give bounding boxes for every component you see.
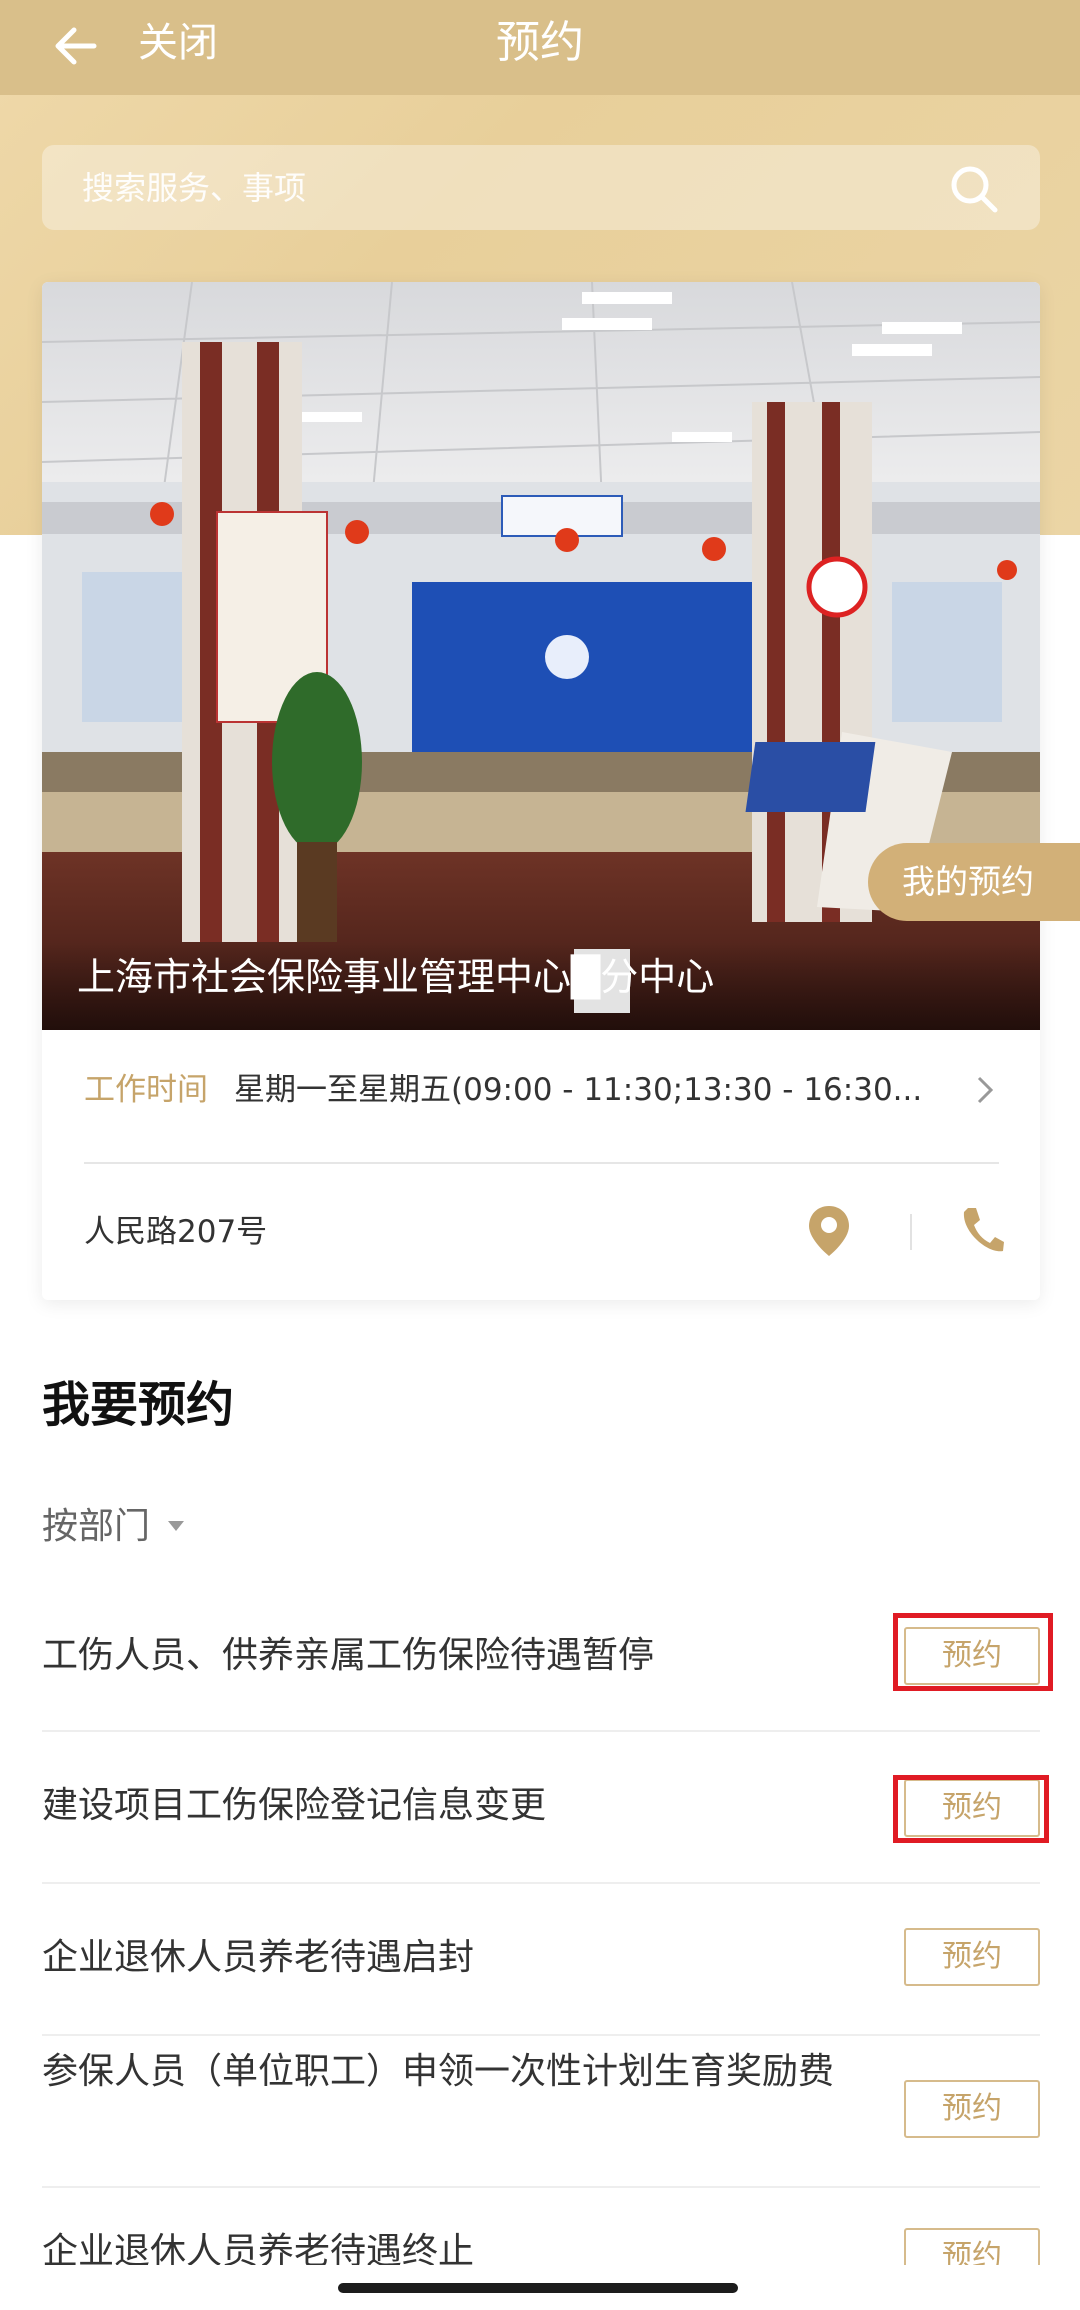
list-item: 企业退休人员养老待遇启封 预约 [42, 1884, 1040, 2036]
list-item: 参保人员（单位职工）申领一次性计划生育奖励费 预约 [42, 2036, 1040, 2188]
address: 人民路207号 [84, 1214, 268, 1250]
center-name: 上海市社会保险事业管理中心█分中心 [77, 955, 715, 999]
book-button[interactable]: 预约 [904, 1928, 1040, 1986]
search-icon[interactable] [948, 163, 1000, 215]
list-item: 建设项目工伤保险登记信息变更 预约 [42, 1732, 1040, 1884]
list-item: 工伤人员、供养亲属工伤保险待遇暂停 预约 [42, 1580, 1040, 1732]
highlight-box [893, 1775, 1049, 1843]
working-hours-label: 工作时间 [84, 1072, 208, 1108]
working-hours-value: 星期一至星期五(09:00 - 11:30;13:30 - 16:30... [234, 1072, 923, 1108]
book-button[interactable]: 预约 [904, 2080, 1040, 2138]
caret-down-icon [168, 1521, 185, 1531]
phone-icon[interactable] [958, 1204, 1006, 1256]
list-item-label: 工伤人员、供养亲属工伤保险待遇暂停 [42, 1635, 655, 1676]
department-filter[interactable]: 按部门 [42, 1502, 185, 1552]
list-item-label: 参保人员（单位职工）申领一次性计划生育奖励费 [42, 2051, 835, 2092]
list-item-label: 建设项目工伤保险登记信息变更 [42, 1785, 547, 1826]
service-hall-photo [42, 282, 1040, 1030]
search-input[interactable] [82, 145, 882, 230]
service-center-card: 上海市社会保险事业管理中心█分中心 工作时间 星期一至星期五(09:00 - 1… [42, 282, 1040, 1300]
location-pin-icon[interactable] [806, 1204, 852, 1258]
my-booking-button[interactable]: 我的预约 [868, 843, 1080, 921]
page-title: 预约 [496, 17, 584, 68]
section-title: 我要预约 [42, 1377, 235, 1433]
nav-bar: 关闭 预约 [0, 0, 1080, 95]
working-hours-row[interactable]: 工作时间 星期一至星期五(09:00 - 11:30;13:30 - 16:30… [84, 1040, 999, 1140]
divider [910, 1214, 912, 1250]
department-filter-label: 按部门 [42, 1506, 151, 1547]
list-item-label: 企业退休人员养老待遇启封 [42, 1937, 475, 1978]
highlight-box [893, 1613, 1053, 1691]
divider [84, 1162, 999, 1164]
home-indicator[interactable] [338, 2283, 738, 2293]
search-bar [42, 145, 1040, 230]
chevron-right-icon [977, 1076, 994, 1104]
